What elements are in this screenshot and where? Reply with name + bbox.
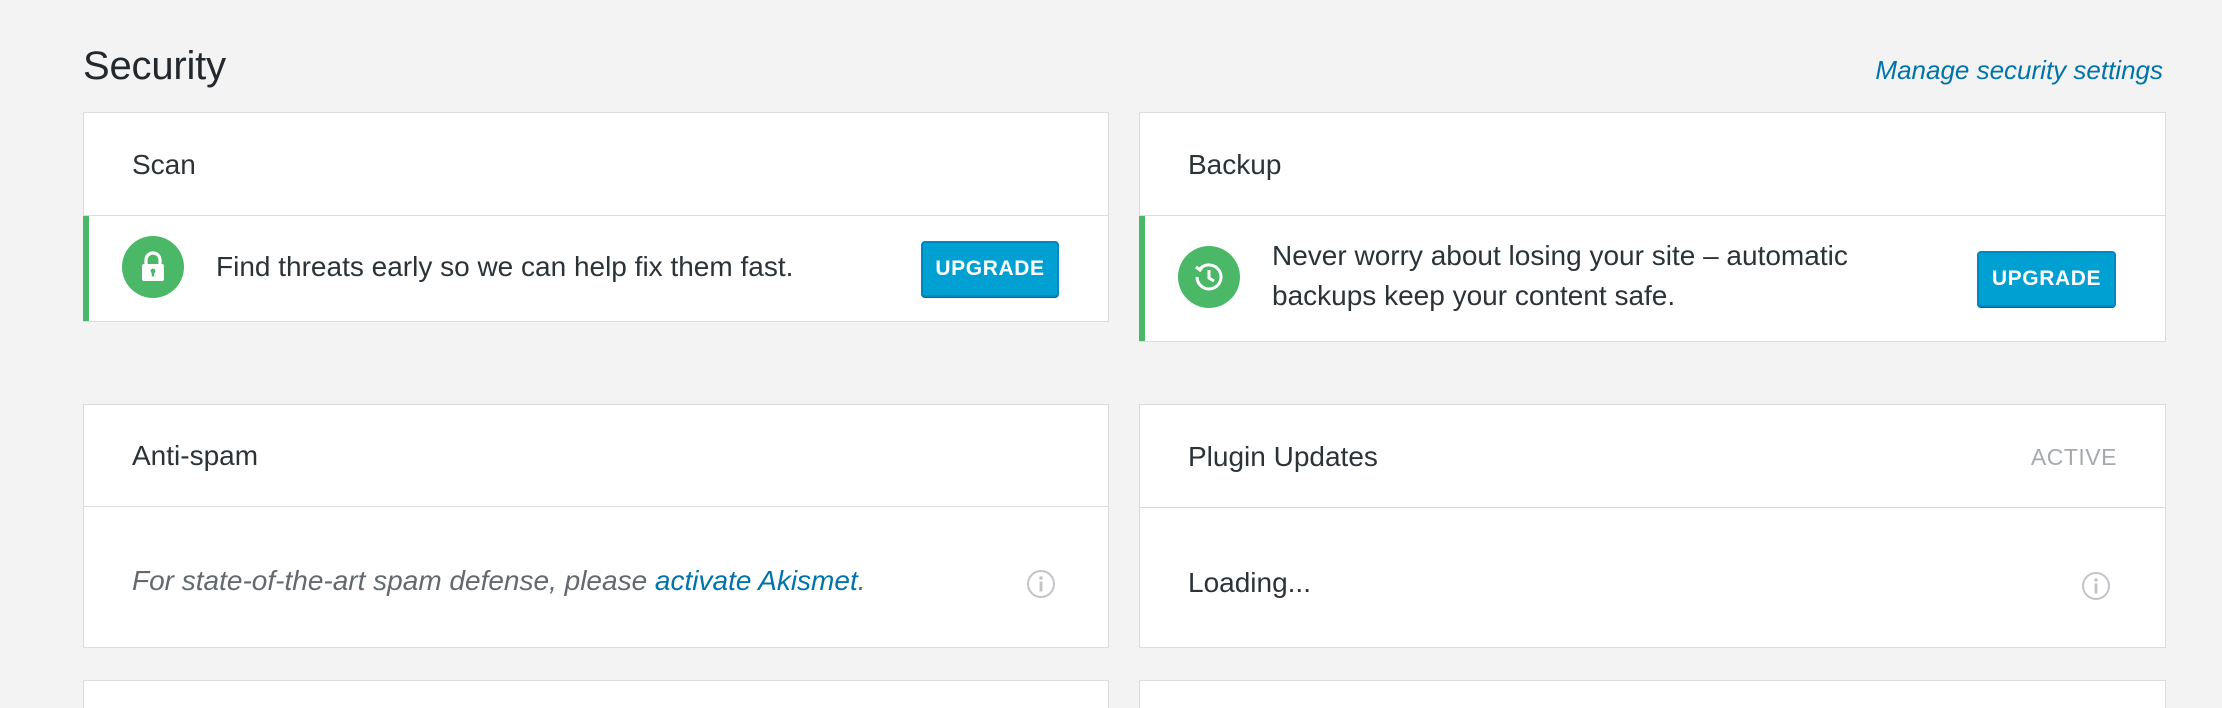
- backup-card-header: Backup: [1140, 113, 2165, 216]
- security-page: Security Manage security settings Scan F…: [0, 0, 2222, 708]
- scan-upgrade-button[interactable]: UPGRADE: [921, 241, 1059, 297]
- manage-security-settings-link[interactable]: Manage security settings: [1875, 55, 2163, 86]
- history-icon: [1178, 246, 1240, 308]
- scan-message: Find threats early so we can help fix th…: [216, 251, 794, 282]
- backup-card: Backup Never worry about losing your sit…: [1139, 112, 2166, 342]
- antispam-card-header: Anti-spam: [84, 405, 1108, 507]
- section-title: Security: [83, 44, 226, 88]
- info-icon[interactable]: [2081, 571, 2111, 601]
- plugin-updates-card-title: Plugin Updates: [1188, 441, 1378, 472]
- lock-icon: [122, 236, 184, 298]
- plugin-updates-status-badge: ACTIVE: [2030, 444, 2117, 470]
- scan-card-title: Scan: [132, 149, 196, 180]
- info-icon[interactable]: [1026, 569, 1056, 599]
- backup-upgrade-button[interactable]: UPGRADE: [1977, 251, 2116, 307]
- scan-accent-bar: [83, 216, 89, 321]
- plugin-updates-card-body: Loading...: [1140, 508, 2165, 647]
- antispam-card-title: Anti-spam: [132, 440, 259, 471]
- backup-message-line1: Never worry about losing your site – aut…: [1272, 240, 1848, 271]
- backup-card-title: Backup: [1188, 149, 1282, 180]
- antispam-card: Anti-spam For state-of-the-art spam defe…: [83, 404, 1109, 648]
- activate-akismet-link[interactable]: activate Akismet: [655, 565, 858, 596]
- plugin-updates-card: Plugin Updates ACTIVE Loading...: [1139, 404, 2166, 648]
- scan-card-body: Find threats early so we can help fix th…: [83, 216, 1108, 321]
- plugin-updates-card-header: Plugin Updates ACTIVE: [1140, 405, 2165, 508]
- antispam-message-suffix: .: [857, 565, 866, 596]
- next-card-left: [83, 680, 1109, 708]
- plugin-updates-message: Loading...: [1188, 567, 1311, 598]
- scan-card-header: Scan: [84, 113, 1108, 216]
- backup-message-line2: backups keep your content safe.: [1272, 280, 1676, 311]
- scan-card: Scan Find threats early so we can help f…: [83, 112, 1109, 322]
- next-card-right: [1139, 680, 2166, 708]
- antispam-message-prefix: For state-of-the-art spam defense, pleas…: [132, 565, 655, 596]
- backup-card-body: Never worry about losing your site – aut…: [1139, 216, 2165, 341]
- backup-accent-bar: [1139, 216, 1145, 341]
- antispam-message: For state-of-the-art spam defense, pleas…: [132, 561, 866, 601]
- antispam-card-body: For state-of-the-art spam defense, pleas…: [84, 507, 1108, 647]
